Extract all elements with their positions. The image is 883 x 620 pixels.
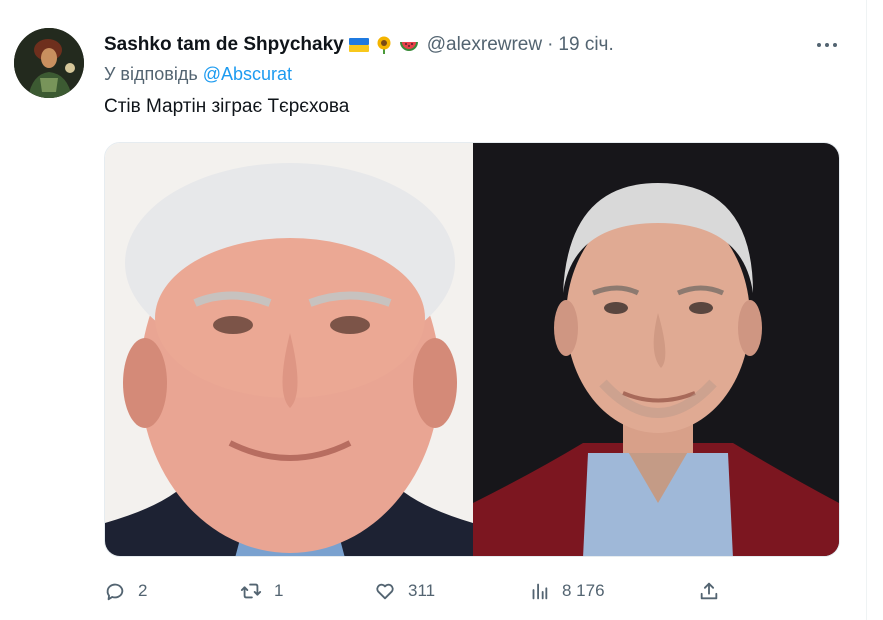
avatar-image (14, 28, 84, 98)
media-image-right[interactable] (473, 143, 839, 556)
reply-context: У відповідь @Abscurat (104, 64, 292, 85)
retweet-button[interactable]: 1 (240, 578, 283, 604)
reply-count: 2 (138, 581, 148, 600)
more-icon[interactable] (812, 33, 842, 57)
ukraine-flag-icon (348, 38, 369, 52)
avatar[interactable] (14, 28, 84, 98)
reply-prefix: У відповідь (104, 64, 198, 84)
more-dots-icon (817, 43, 837, 47)
display-name[interactable]: Sashko tam de Shpychaky (104, 34, 344, 56)
retweet-count: 1 (274, 581, 284, 600)
tweet-time[interactable]: 19 січ. (558, 34, 613, 56)
media-image-left[interactable] (105, 143, 473, 556)
views-icon (532, 583, 548, 600)
tweet-media[interactable] (104, 142, 840, 557)
reply-to-link[interactable]: @Abscurat (203, 64, 292, 84)
meta-separator: · (547, 34, 554, 55)
watermelon-icon (399, 42, 418, 51)
right-portrait-image (473, 143, 839, 556)
like-icon (376, 583, 394, 600)
timeline-divider (866, 0, 867, 620)
retweet-icon (240, 583, 262, 599)
reply-button[interactable]: 2 (104, 578, 147, 604)
user-handle[interactable]: @alexrewrew (427, 34, 542, 56)
share-icon (700, 582, 718, 600)
like-count: 311 (408, 581, 436, 600)
share-button[interactable] (698, 578, 720, 604)
tweet-text: Стів Мартін зіграє Тєрєхова (104, 96, 350, 117)
views-button[interactable]: 8 176 (528, 578, 605, 604)
tweet-header: Sashko tam de Shpychaky @alexrewrew · 19… (104, 33, 614, 57)
left-portrait-image (105, 143, 473, 556)
tweet-actions: 2 1 311 8 176 (104, 578, 744, 604)
views-count: 8 176 (562, 581, 605, 600)
like-button[interactable]: 311 (374, 578, 435, 604)
reply-icon (106, 583, 124, 601)
sunflower-icon (377, 36, 391, 54)
